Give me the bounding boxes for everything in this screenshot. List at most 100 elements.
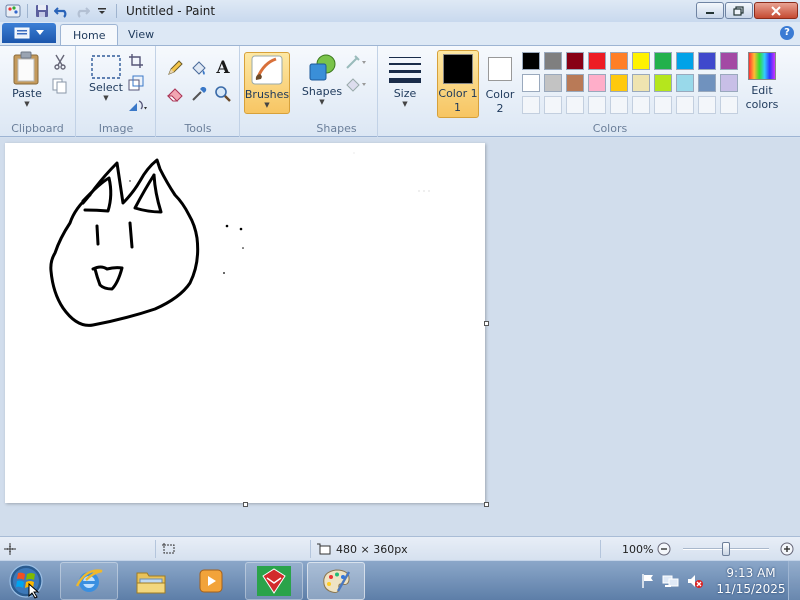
crop-icon[interactable] <box>126 51 146 71</box>
palette-swatch[interactable] <box>698 74 716 92</box>
brushes-label: Brushes <box>244 88 290 101</box>
title-bar: Untitled - Paint <box>0 0 800 22</box>
palette-swatch[interactable] <box>632 74 650 92</box>
taskbar-file-explorer[interactable] <box>122 562 180 600</box>
zoom-out-button[interactable] <box>657 537 671 561</box>
zoom-in-button[interactable] <box>780 537 794 561</box>
palette-swatch[interactable] <box>588 74 606 92</box>
chevron-down-icon: ▼ <box>319 98 325 106</box>
palette-swatch[interactable] <box>610 52 628 70</box>
clock[interactable]: 9:13 AM 11/15/2025 <box>714 565 788 597</box>
size-label: Size <box>393 87 417 100</box>
zoom-slider-thumb[interactable] <box>722 542 730 556</box>
palette-swatch[interactable] <box>698 52 716 70</box>
palette-swatch-empty[interactable] <box>566 96 584 114</box>
palette-swatch-empty[interactable] <box>544 96 562 114</box>
minimize-button[interactable] <box>696 2 724 19</box>
separator <box>310 540 311 558</box>
copy-icon[interactable] <box>50 76 70 96</box>
help-icon[interactable]: ? <box>780 26 794 40</box>
magnifier-icon[interactable] <box>213 84 233 104</box>
taskbar-media-player[interactable] <box>182 562 240 600</box>
undo-icon[interactable] <box>53 2 71 20</box>
shapes-button[interactable]: Shapes ▼ <box>300 52 344 106</box>
volume-muted-icon[interactable] <box>686 573 704 589</box>
palette-swatch[interactable] <box>654 52 672 70</box>
shapes-group: Shapes ▼ Shapes <box>296 46 378 137</box>
palette-swatch[interactable] <box>610 74 628 92</box>
palette-swatch-empty[interactable] <box>610 96 628 114</box>
rotate-icon[interactable] <box>126 95 152 115</box>
zoom-level-text: 100% <box>622 542 654 556</box>
palette-swatch[interactable] <box>566 52 584 70</box>
resize-handle-bottom[interactable] <box>243 502 248 507</box>
show-desktop-button[interactable] <box>788 561 800 600</box>
fill-icon[interactable] <box>344 74 370 94</box>
palette-swatch[interactable] <box>566 74 584 92</box>
palette-swatch[interactable] <box>632 52 650 70</box>
text-tool-icon[interactable]: A <box>213 58 233 78</box>
drawing-canvas[interactable] <box>5 143 485 503</box>
palette-swatch-empty[interactable] <box>522 96 540 114</box>
save-icon[interactable] <box>33 2 51 20</box>
resize-handle-right[interactable] <box>484 321 489 326</box>
tab-home[interactable]: Home <box>60 24 119 46</box>
palette-swatch[interactable] <box>522 52 540 70</box>
palette-swatch[interactable] <box>654 74 672 92</box>
brush-icon <box>251 55 283 85</box>
palette-swatch[interactable] <box>544 52 562 70</box>
canvas-workspace[interactable] <box>0 138 800 536</box>
taskbar-internet-explorer[interactable] <box>60 562 118 600</box>
zoom-in-icon <box>780 542 794 556</box>
size-button[interactable]: Size ▼ <box>385 54 425 108</box>
brushes-button[interactable]: Brushes ▼ <box>244 52 290 114</box>
maximize-button[interactable] <box>725 2 753 19</box>
resize-icon[interactable] <box>126 73 146 93</box>
palette-swatch[interactable] <box>544 74 562 92</box>
palette-swatch-empty[interactable] <box>654 96 672 114</box>
paint-menu-button[interactable] <box>2 23 56 43</box>
eraser-icon[interactable] <box>165 84 185 104</box>
outline-icon[interactable] <box>344 52 370 72</box>
palette-swatch-empty[interactable] <box>698 96 716 114</box>
taskbar-app-red-green[interactable] <box>245 562 303 600</box>
start-button[interactable] <box>6 563 46 599</box>
palette-swatch[interactable] <box>676 74 694 92</box>
redo-icon[interactable] <box>73 2 91 20</box>
zoom-slider[interactable] <box>683 537 769 561</box>
chevron-down-icon: ▼ <box>264 101 270 109</box>
palette-swatch-empty[interactable] <box>676 96 694 114</box>
mouse-cursor-icon <box>28 583 40 599</box>
tab-view[interactable]: View <box>116 24 166 46</box>
color1-swatch <box>443 54 473 84</box>
cut-icon[interactable] <box>50 52 70 72</box>
customize-toolbar-chevron-icon[interactable] <box>93 2 111 20</box>
color2-button[interactable]: Color 2 <box>481 50 519 118</box>
separator <box>116 4 117 18</box>
palette-swatch[interactable] <box>720 52 738 70</box>
network-icon[interactable] <box>662 573 680 589</box>
palette-swatch[interactable] <box>588 52 606 70</box>
paste-button[interactable]: Paste ▼ <box>6 50 48 108</box>
color-picker-icon[interactable] <box>189 84 209 104</box>
resize-handle-corner[interactable] <box>484 502 489 507</box>
palette-swatch[interactable] <box>676 52 694 70</box>
rainbow-color-icon <box>748 52 776 80</box>
close-button[interactable] <box>754 2 798 19</box>
fill-bucket-icon[interactable] <box>189 58 209 78</box>
palette-swatch-empty[interactable] <box>632 96 650 114</box>
chevron-down-icon: ▼ <box>103 94 109 102</box>
edit-colors-button[interactable]: Edit colors <box>742 52 782 111</box>
palette-swatch[interactable] <box>522 74 540 92</box>
action-center-flag-icon[interactable] <box>640 573 656 589</box>
separator <box>600 540 601 558</box>
palette-swatch[interactable] <box>720 74 738 92</box>
select-button[interactable]: Select ▼ <box>83 54 129 102</box>
clock-date: 11/15/2025 <box>716 582 786 596</box>
taskbar-paint[interactable] <box>307 562 365 600</box>
pencil-icon[interactable] <box>165 58 185 78</box>
palette-swatch-empty[interactable] <box>720 96 738 114</box>
palette-swatch-empty[interactable] <box>588 96 606 114</box>
paint-app-icon[interactable] <box>4 2 22 20</box>
chevron-down-icon: ▼ <box>24 100 30 108</box>
